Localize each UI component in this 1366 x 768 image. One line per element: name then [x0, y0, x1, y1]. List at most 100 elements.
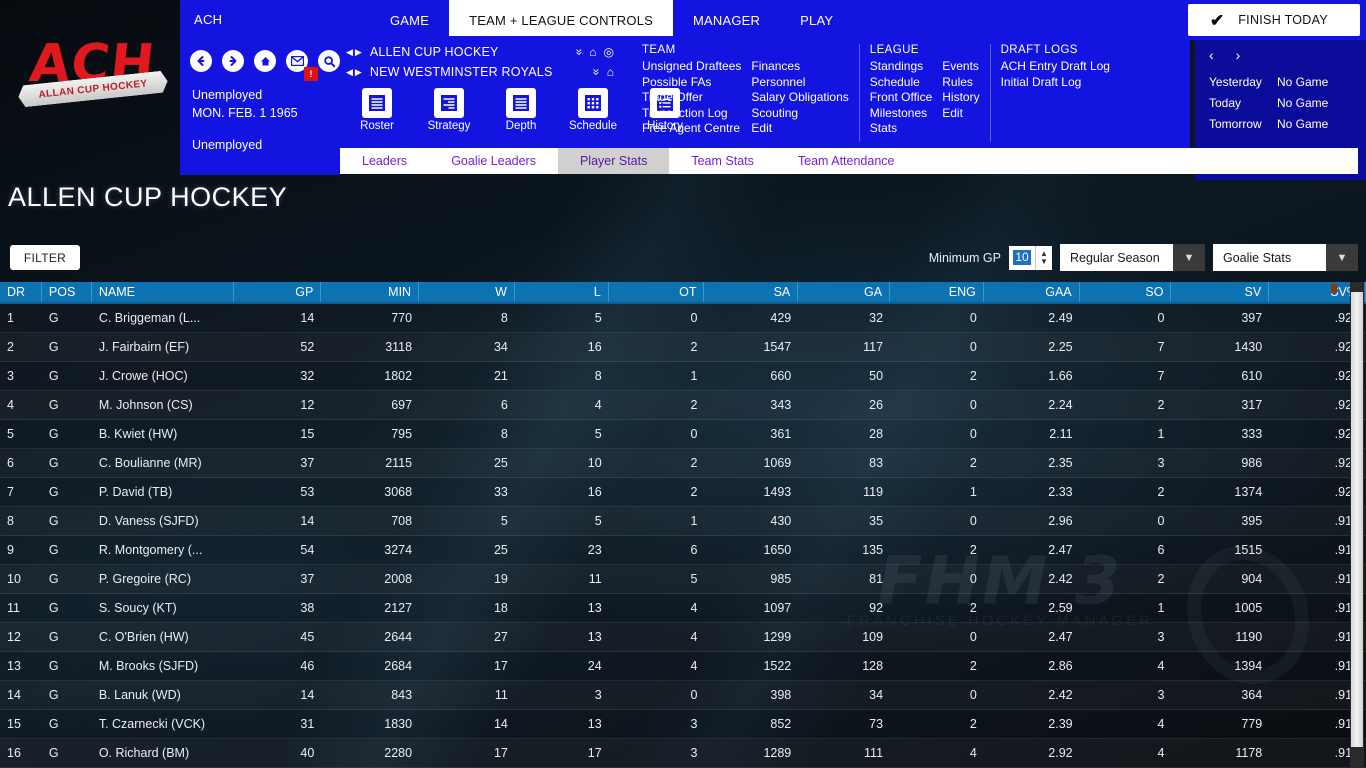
chevron-left-icon[interactable]: ‹: [1209, 48, 1214, 62]
menu-link-initial-draft-log[interactable]: Initial Draft Log: [1001, 75, 1110, 91]
column-header-name[interactable]: NAME: [92, 282, 234, 302]
cell-name: C. Boulianne (MR): [98, 456, 202, 470]
column-header-sa[interactable]: SA: [704, 282, 799, 302]
table-row[interactable]: 7 G P. David (TB) 53 3068 33 16 2 1493 119 1 2.33 2 1…: [0, 478, 1366, 507]
nav-button-schedule[interactable]: Schedule: [566, 88, 620, 132]
table-row[interactable]: 8 G D. Vaness (SJFD) 14 708 5 5 1 430 35 0 2.96 0 395…: [0, 507, 1366, 536]
table-scrollbar[interactable]: [1350, 282, 1364, 768]
table-row[interactable]: 11 G S. Soucy (KT) 38 2127 18 13 4 1097 92 2 2.59 1 1…: [0, 594, 1366, 623]
spinner-down-icon[interactable]: ▼: [1040, 257, 1048, 266]
cell-so: 2: [1157, 572, 1165, 586]
table-row[interactable]: 14 G B. Lanuk (WD) 14 843 11 3 0 398 34 0 2.42 3 364.…: [0, 681, 1366, 710]
forward-icon[interactable]: [222, 50, 244, 72]
mail-icon[interactable]: !: [286, 50, 318, 81]
table-row[interactable]: 13 G M. Brooks (SJFD) 46 2684 17 24 4 1522 128 2 2.…: [0, 652, 1366, 681]
table-row[interactable]: 10 G P. Gregoire (RC) 37 2008 19 11 5 985 81 0 2.42…: [0, 565, 1366, 594]
column-header-gp[interactable]: GP: [234, 282, 322, 302]
table-scrollbar-thumb[interactable]: [1351, 292, 1363, 747]
cell-so: 2: [1157, 485, 1165, 499]
back-icon[interactable]: [190, 50, 212, 72]
globe-icon[interactable]: ◎: [604, 46, 614, 58]
menu-link-finances[interactable]: Finances: [751, 59, 848, 75]
menu-link-possible-fas[interactable]: Possible FAs: [642, 75, 741, 91]
table-row[interactable]: 2 G J. Fairbairn (EF) 52 3118 34 16 2 1547 117 0 2.…: [0, 333, 1366, 362]
home-icon[interactable]: ⌂: [607, 66, 614, 78]
menu-link-personnel[interactable]: Personnel: [751, 75, 848, 91]
menu-link-rules[interactable]: Rules: [942, 75, 979, 91]
top-menu-item-team-league-controls[interactable]: TEAM + LEAGUE CONTROLS: [449, 0, 674, 40]
table-row[interactable]: 15 G T. Czarnecki (VCK) 31 1830 14 13 3 852 73 2 2.…: [0, 710, 1366, 739]
column-header-dr[interactable]: DR: [0, 282, 42, 302]
chevron-right-icon[interactable]: ›: [1236, 48, 1241, 62]
menu-link-trade-offer[interactable]: Trade Offer: [642, 90, 741, 106]
chevrons-down-icon[interactable]: »: [572, 49, 586, 56]
tab-player-stats[interactable]: Player Stats: [557, 148, 670, 174]
column-header-sv[interactable]: SV: [1171, 282, 1270, 302]
menu-link-schedule[interactable]: Schedule: [870, 75, 932, 91]
menu-link-ach-entry-draft-log[interactable]: ACH Entry Draft Log: [1001, 59, 1110, 75]
column-header-min[interactable]: MIN: [321, 282, 420, 302]
cell-l: 5: [594, 514, 602, 528]
table-row[interactable]: 3 G J. Crowe (HOC) 32 1802 21 8 1 660 50 2 1.66 7 610…: [0, 362, 1366, 391]
nav-button-strategy[interactable]: Strategy: [422, 88, 476, 132]
menu-link-front-office[interactable]: Front Office: [870, 90, 932, 106]
column-header-eng[interactable]: ENG: [890, 282, 984, 302]
minimum-gp-input[interactable]: 10: [1009, 245, 1035, 270]
menu-link-edit[interactable]: Edit: [942, 106, 979, 122]
cell-l: 24: [587, 659, 602, 673]
column-header-pos[interactable]: POS: [42, 282, 92, 302]
menu-link-standings[interactable]: Standings: [870, 59, 932, 75]
home-icon[interactable]: [254, 50, 276, 72]
home-icon[interactable]: ⌂: [589, 46, 596, 58]
finish-today-label: FINISH TODAY: [1238, 13, 1328, 27]
menu-link-transaction-log[interactable]: Transaction Log: [642, 106, 741, 122]
column-header-w[interactable]: W: [419, 282, 515, 302]
tab-team-stats[interactable]: Team Stats: [669, 148, 776, 174]
team-prev-next-arrows[interactable]: ◀▶: [346, 67, 364, 78]
top-menu: GAME TEAM + LEAGUE CONTROLS MANAGER PLAY: [370, 0, 853, 40]
column-header-so[interactable]: SO: [1080, 282, 1172, 302]
minimum-gp-stepper[interactable]: 10 ▲ ▼: [1009, 245, 1052, 270]
season-select[interactable]: Regular Season ▼: [1060, 244, 1205, 271]
menu-link-history[interactable]: History: [942, 90, 979, 106]
tab-goalie-leaders[interactable]: Goalie Leaders: [429, 148, 558, 174]
top-menu-item-manager[interactable]: MANAGER: [673, 0, 780, 40]
top-menu-item-play[interactable]: PLAY: [780, 0, 853, 40]
table-row[interactable]: 16 G O. Richard (BM) 40 2280 17 17 3 1289 111 4 2.9…: [0, 739, 1366, 768]
table-row[interactable]: 9 G R. Montgomery (... 54 3274 25 23 6 1650 135 2 2…: [0, 536, 1366, 565]
top-menu-item-game[interactable]: GAME: [370, 0, 449, 40]
finish-today-button[interactable]: ✔ FINISH TODAY: [1188, 4, 1360, 36]
minimum-gp-spin-buttons[interactable]: ▲ ▼: [1035, 245, 1052, 270]
column-header-l[interactable]: L: [515, 282, 609, 302]
tab-team-attendance[interactable]: Team Attendance: [776, 148, 917, 174]
team-name[interactable]: ALLEN CUP HOCKEY: [370, 45, 499, 59]
team-prev-next-arrows[interactable]: ◀▶: [346, 47, 364, 58]
table-row[interactable]: 5 G B. Kwiet (HW) 15 795 8 5 0 361 28 0 2.11 1 333.92…: [0, 420, 1366, 449]
table-row[interactable]: 12 G C. O'Brien (HW) 45 2644 27 13 4 1299 109 0 2.4…: [0, 623, 1366, 652]
menu-link-free-agent-centre[interactable]: Free Agent Centre: [642, 121, 741, 137]
menu-link-stats[interactable]: Stats: [870, 121, 932, 137]
table-row[interactable]: 6 G C. Boulianne (MR) 37 2115 25 10 2 1069 83 2 2.3…: [0, 449, 1366, 478]
menu-link-edit[interactable]: Edit: [751, 121, 848, 137]
cell-pos: G: [48, 514, 59, 528]
menu-link-salary-obligations[interactable]: Salary Obligations: [751, 90, 848, 106]
menu-link-scouting[interactable]: Scouting: [751, 106, 848, 122]
table-row[interactable]: 1 G C. Briggeman (L... 14 770 8 5 0 429 32 0 2.49 0 3…: [0, 304, 1366, 333]
search-icon[interactable]: [318, 50, 340, 72]
menu-link-list: ACH Entry Draft Log Initial Draft Log: [1001, 59, 1110, 90]
column-header-gaa[interactable]: GAA: [984, 282, 1080, 302]
tab-leaders[interactable]: Leaders: [340, 148, 429, 174]
cell-sv: 1515: [1234, 543, 1263, 557]
menu-link-milestones[interactable]: Milestones: [870, 106, 932, 122]
filter-button[interactable]: FILTER: [10, 245, 80, 270]
column-header-ga[interactable]: GA: [798, 282, 891, 302]
nav-button-depth[interactable]: Depth: [494, 88, 548, 132]
menu-link-events[interactable]: Events: [942, 59, 979, 75]
nav-button-roster[interactable]: Roster: [350, 88, 404, 132]
menu-link-unsigned-draftees[interactable]: Unsigned Draftees: [642, 59, 741, 75]
stats-type-select[interactable]: Goalie Stats ▼: [1213, 244, 1358, 271]
team-name[interactable]: NEW WESTMINSTER ROYALS: [370, 65, 553, 79]
chevrons-down-icon[interactable]: »: [589, 69, 603, 76]
column-header-ot[interactable]: OT: [609, 282, 705, 302]
table-row[interactable]: 4 G M. Johnson (CS) 12 697 6 4 2 343 26 0 2.24 2 317.…: [0, 391, 1366, 420]
